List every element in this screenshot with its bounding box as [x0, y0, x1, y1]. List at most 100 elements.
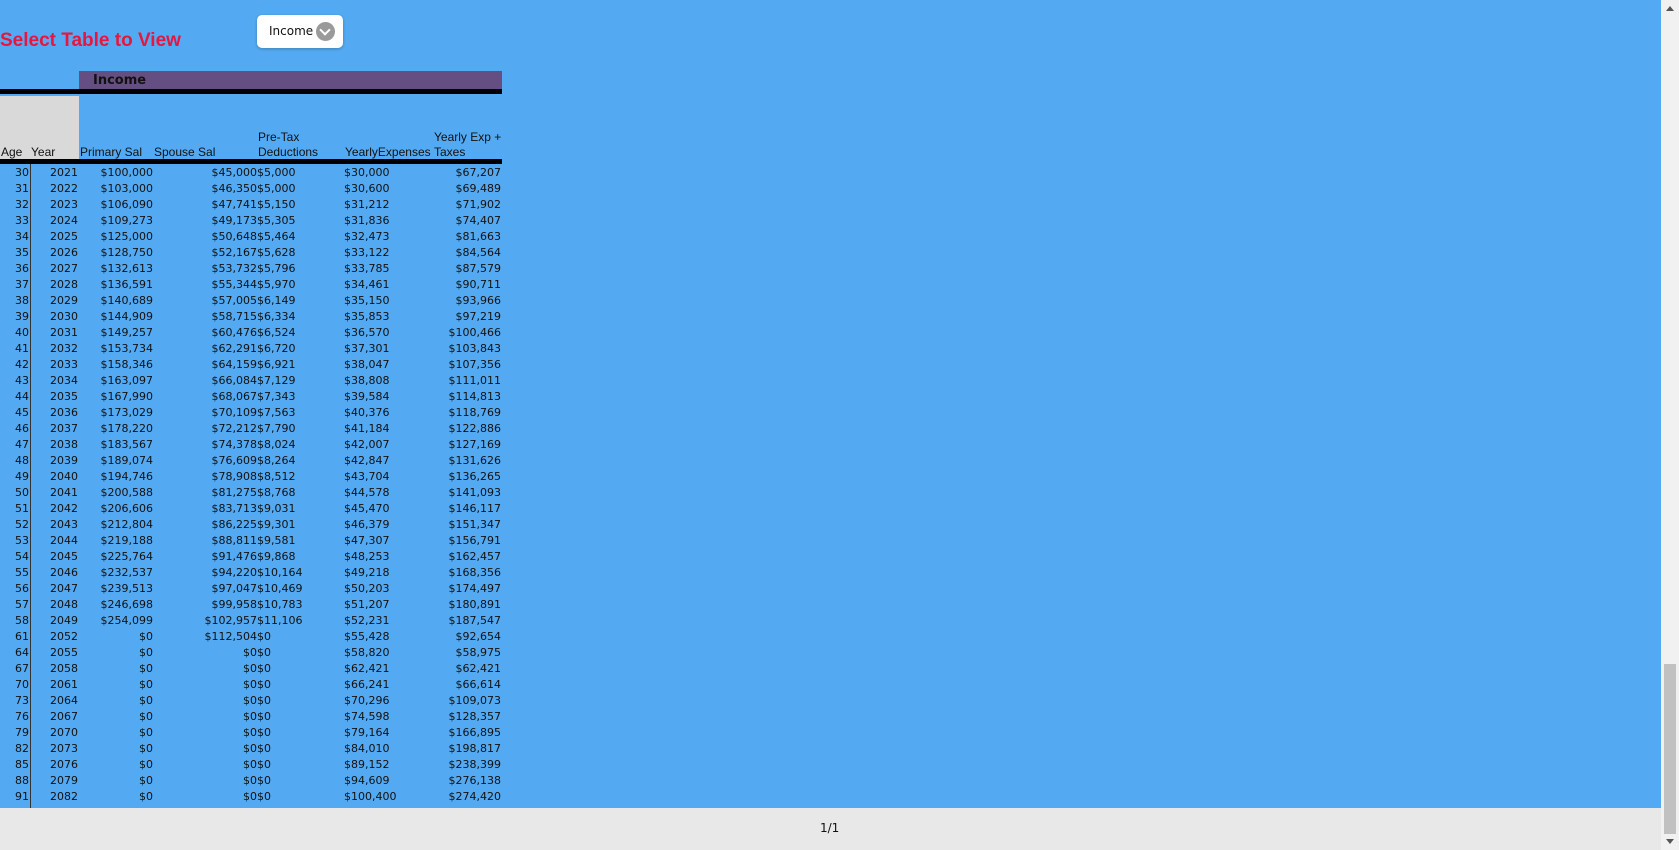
cell-year: 2061	[50, 678, 78, 691]
cell-pretax-deductions: $5,628	[257, 246, 296, 259]
cell-age: 64	[15, 646, 29, 659]
cell-yearly-expenses: $100,400	[344, 790, 397, 803]
cell-yearly-exp-taxes: $168,356	[448, 566, 502, 579]
cell-yearly-expenses: $89,152	[344, 758, 390, 771]
col-header-pretax-line2: Deductions	[258, 145, 319, 159]
cell-year: 2045	[50, 550, 78, 563]
cell-pretax-deductions: $9,868	[257, 550, 296, 563]
cell-yearly-expenses: $58,820	[344, 646, 390, 659]
cell-yearly-expenses: $31,212	[344, 198, 390, 211]
cell-spouse-sal: $97,047	[211, 582, 258, 595]
cell-spouse-sal: $0	[243, 742, 257, 755]
cell-spouse-sal: $64,159	[211, 358, 258, 371]
cell-yearly-exp-taxes: $84,564	[455, 246, 502, 259]
cell-pretax-deductions: $10,469	[257, 582, 303, 595]
cell-pretax-deductions: $7,343	[257, 390, 296, 403]
cell-yearly-exp-taxes: $174,497	[448, 582, 502, 595]
cell-yearly-exp-taxes: $151,347	[448, 518, 502, 531]
cell-yearly-exp-taxes: $162,457	[448, 550, 502, 563]
chevron-down-icon[interactable]	[316, 22, 335, 41]
cell-yearly-expenses: $40,376	[344, 406, 390, 419]
cell-age: 67	[15, 662, 29, 675]
cell-pretax-deductions: $5,970	[257, 278, 296, 291]
cell-pretax-deductions: $0	[257, 678, 271, 691]
report-viewport: Select Table to View Income Income Age Y…	[0, 0, 1661, 808]
cell-age: 51	[15, 502, 29, 515]
cell-yearly-exp-taxes: $118,769	[448, 406, 502, 419]
cell-age: 82	[15, 742, 29, 755]
cell-primary-sal: $149,257	[100, 326, 154, 339]
cell-pretax-deductions: $7,563	[257, 406, 296, 419]
cell-primary-sal: $100,000	[100, 166, 154, 179]
cell-age: 57	[15, 598, 29, 611]
cell-pretax-deductions: $9,581	[257, 534, 296, 547]
cell-pretax-deductions: $6,720	[257, 342, 296, 355]
cell-yearly-expenses: $33,785	[344, 262, 390, 275]
scroll-down-arrow-icon[interactable]	[1666, 839, 1674, 844]
vertical-scrollbar[interactable]	[1661, 0, 1679, 850]
cell-yearly-exp-taxes: $87,579	[455, 262, 502, 275]
cell-primary-sal: $109,273	[100, 214, 154, 227]
cell-spouse-sal: $57,005	[211, 294, 258, 307]
cell-primary-sal: $206,606	[100, 502, 154, 515]
cell-year: 2028	[50, 278, 78, 291]
cell-pretax-deductions: $0	[257, 694, 271, 707]
cell-year: 2021	[50, 166, 78, 179]
scrollbar-thumb[interactable]	[1664, 664, 1676, 834]
cell-spouse-sal: $46,350	[211, 182, 258, 195]
cell-yearly-exp-taxes: $109,073	[448, 694, 502, 707]
cell-age: 30	[15, 166, 29, 179]
cell-year: 2034	[50, 374, 78, 387]
cell-age: 76	[15, 710, 29, 723]
cell-primary-sal: $106,090	[100, 198, 154, 211]
cell-year: 2047	[50, 582, 78, 595]
cell-yearly-exp-taxes: $187,547	[448, 614, 502, 627]
cell-yearly-expenses: $55,428	[344, 630, 390, 643]
cell-yearly-exp-taxes: $71,902	[455, 198, 502, 211]
cell-pretax-deductions: $5,000	[257, 166, 296, 179]
col-header-year: Year	[31, 145, 56, 159]
cell-age: 45	[15, 406, 29, 419]
cell-yearly-exp-taxes: $141,093	[448, 486, 502, 499]
cell-pretax-deductions: $0	[257, 758, 271, 771]
table-row: 73 2064 $0 $0 $0 $70,296 $109,073	[0, 692, 510, 708]
cell-yearly-exp-taxes: $180,891	[448, 598, 502, 611]
scroll-up-arrow-icon[interactable]	[1666, 6, 1674, 11]
cell-pretax-deductions: $5,464	[257, 230, 296, 243]
table-row: 42 2033 $158,346 $64,159 $6,921 $38,047 $107,3…	[0, 356, 510, 372]
cell-yearly-exp-taxes: $146,117	[448, 502, 502, 515]
cell-primary-sal: $225,764	[100, 550, 154, 563]
cell-year: 2027	[50, 262, 78, 275]
page-title: Select Table to View	[0, 30, 181, 51]
cell-pretax-deductions: $6,334	[257, 310, 296, 323]
cell-pretax-deductions: $0	[257, 774, 271, 787]
cell-year: 2035	[50, 390, 78, 403]
cell-pretax-deductions: $7,129	[257, 374, 296, 387]
cell-yearly-exp-taxes: $166,895	[448, 726, 502, 739]
cell-primary-sal: $0	[139, 694, 153, 707]
table-select-dropdown[interactable]: Income	[257, 15, 343, 48]
cell-primary-sal: $0	[139, 630, 153, 643]
cell-age: 42	[15, 358, 29, 371]
cell-yearly-expenses: $41,184	[344, 422, 390, 435]
cell-yearly-expenses: $94,609	[344, 774, 390, 787]
cell-primary-sal: $132,613	[100, 262, 154, 275]
table-row: 37 2028 $136,591 $55,344 $5,970 $34,461 $90,71…	[0, 276, 510, 292]
cell-yearly-expenses: $51,207	[344, 598, 390, 611]
cell-spouse-sal: $68,067	[211, 390, 258, 403]
cell-spouse-sal: $0	[243, 774, 257, 787]
cell-pretax-deductions: $9,301	[257, 518, 296, 531]
cell-yearly-expenses: $37,301	[344, 342, 390, 355]
cell-age: 38	[15, 294, 29, 307]
cell-yearly-expenses: $47,307	[344, 534, 390, 547]
cell-age: 88	[15, 774, 29, 787]
cell-yearly-exp-taxes: $156,791	[448, 534, 502, 547]
cell-age: 61	[15, 630, 29, 643]
cell-age: 46	[15, 422, 29, 435]
table-row: 82 2073 $0 $0 $0 $84,010 $198,817	[0, 740, 510, 756]
cell-spouse-sal: $91,476	[211, 550, 258, 563]
cell-yearly-exp-taxes: $69,489	[455, 182, 502, 195]
cell-year: 2024	[50, 214, 78, 227]
cell-year: 2030	[50, 310, 78, 323]
cell-year: 2055	[50, 646, 78, 659]
